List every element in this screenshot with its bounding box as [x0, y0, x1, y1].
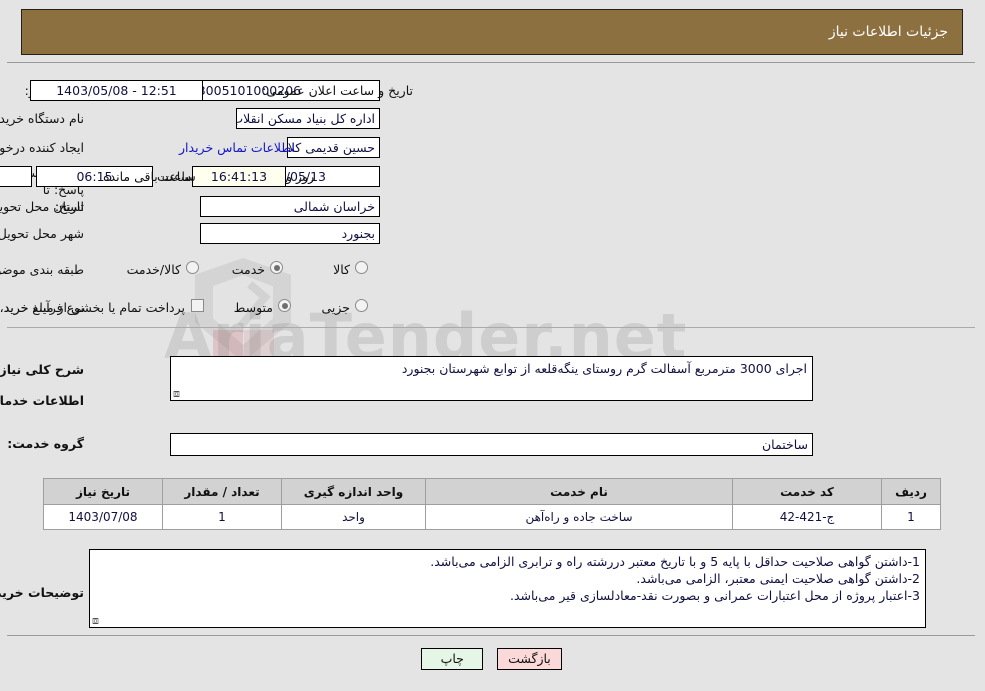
table-row[interactable]: 1 ج-421-42 ساخت جاده و راه‌آهن واحد 1 14…	[44, 504, 942, 530]
delivery-city-label: شهر محل تحویل:	[0, 226, 85, 241]
islamic-treasury-note: پرداخت تمام یا بخشی از مبلغ خرید،از محل …	[0, 300, 186, 315]
delivery-city-field[interactable]: بجنورد	[201, 223, 381, 244]
col-need-date: تاریخ نیاز	[44, 478, 164, 505]
buyer-note-line-3: 3-اعتبار پروژه از محل اعتبارات عمرانی و …	[510, 588, 921, 603]
footer-button-bar: بازگشت چاپ	[0, 648, 985, 670]
islamic-treasury-checkbox[interactable]	[192, 299, 205, 312]
requester-label: ایجاد کننده درخواست:	[0, 140, 85, 155]
announcement-datetime-label: تاریخ و ساعت اعلان عمومی:	[263, 83, 414, 98]
category-radio-kala[interactable]	[356, 261, 369, 274]
resize-grip-icon[interactable]: ⧈	[174, 387, 184, 400]
print-button[interactable]: چاپ	[422, 648, 485, 670]
cell-service-name: ساخت جاده و راه‌آهن	[426, 504, 734, 530]
buyer-organization-field[interactable]: اداره کل بنیاد مسکن انقلاب اسلامی استان …	[237, 108, 381, 129]
buyer-note-line-2: 2-داشتن گواهی صلاحیت ایمنی معتبر، الزامی…	[637, 571, 921, 586]
col-service-code: کد خدمت	[733, 478, 883, 505]
remaining-time-suffix: ساعت باقی مانده	[104, 169, 197, 184]
resize-grip-icon-notes[interactable]: ⧈	[93, 614, 103, 627]
buyer-contact-link[interactable]: اطلاعات تماس خریدار	[180, 140, 296, 156]
process-label-motevaset: متوسط	[234, 300, 274, 315]
buyer-organization-label: نام دستگاه خریدار:	[0, 111, 85, 126]
remaining-days-field[interactable]: 4	[0, 166, 33, 187]
service-group-label: گروه خدمت:	[8, 436, 85, 451]
category-label-kala: کالا	[334, 262, 351, 277]
category-radio-kala-khedmat[interactable]	[187, 261, 200, 274]
category-label-kala-khedmat: کالا/خدمت	[127, 262, 182, 277]
col-row-no: ردیف	[882, 478, 942, 505]
subject-category-label: طبقه بندی موضوعی:	[0, 262, 85, 277]
services-table: ردیف کد خدمت نام خدمت واحد اندازه گیری ت…	[44, 478, 942, 530]
back-button[interactable]: بازگشت	[498, 648, 563, 670]
delivery-province-label: استان محل تحویل:	[0, 199, 85, 214]
col-service-name: نام خدمت	[426, 478, 734, 505]
service-group-field[interactable]: ساختمان	[171, 433, 814, 456]
buyer-note-line-1: 1-داشتن گواهی صلاحیت حداقل با پایه 5 و ب…	[431, 554, 921, 569]
remaining-days-suffix: روز و	[287, 169, 316, 184]
table-header-row: ردیف کد خدمت نام خدمت واحد اندازه گیری ت…	[44, 478, 942, 505]
cell-row-no: 1	[882, 504, 942, 530]
cell-need-date: 1403/07/08	[44, 504, 164, 530]
category-label-khedmat: خدمت	[232, 262, 266, 277]
process-radio-jozii[interactable]	[356, 299, 369, 312]
category-radio-khedmat[interactable]	[271, 261, 284, 274]
announcement-datetime-field[interactable]: 1403/05/08 - 12:51	[31, 80, 204, 101]
buyer-notes-label: توضیحات خریدار:	[0, 585, 85, 600]
delivery-province-field[interactable]: خراسان شمالی	[201, 196, 381, 217]
general-need-text: اجرای 3000 مترمربع آسفالت گرم روستای ینگ…	[402, 361, 808, 376]
process-radio-motevaset[interactable]	[279, 299, 292, 312]
cell-unit: واحد	[282, 504, 427, 530]
general-need-textarea[interactable]: اجرای 3000 مترمربع آسفالت گرم روستای ینگ…	[171, 356, 814, 401]
remaining-time-field: 16:41:13	[193, 166, 287, 187]
cell-quantity: 1	[163, 504, 283, 530]
cell-service-code: ج-421-42	[733, 504, 883, 530]
section-divider-1	[8, 327, 976, 328]
col-unit: واحد اندازه گیری	[282, 478, 427, 505]
page-title: جزئیات اطلاعات نیاز	[829, 24, 949, 40]
buyer-notes-textarea[interactable]: 1-داشتن گواهی صلاحیت حداقل با پایه 5 و ب…	[90, 549, 927, 628]
tender-details-page: { "header": { "title": "جزئیات اطلاعات ن…	[0, 0, 985, 691]
requester-field[interactable]: حسین قدیمی کلاته حسابدار اداره کل بنیاد …	[288, 137, 381, 158]
col-quantity: تعداد / مقدار	[163, 478, 283, 505]
page-header: جزئیات اطلاعات نیاز	[22, 9, 964, 55]
process-label-jozii: جزیی	[322, 300, 351, 315]
general-need-label: شرح کلی نیاز:	[0, 362, 85, 377]
services-section-title: اطلاعات خدمات مورد نیاز	[0, 393, 85, 408]
